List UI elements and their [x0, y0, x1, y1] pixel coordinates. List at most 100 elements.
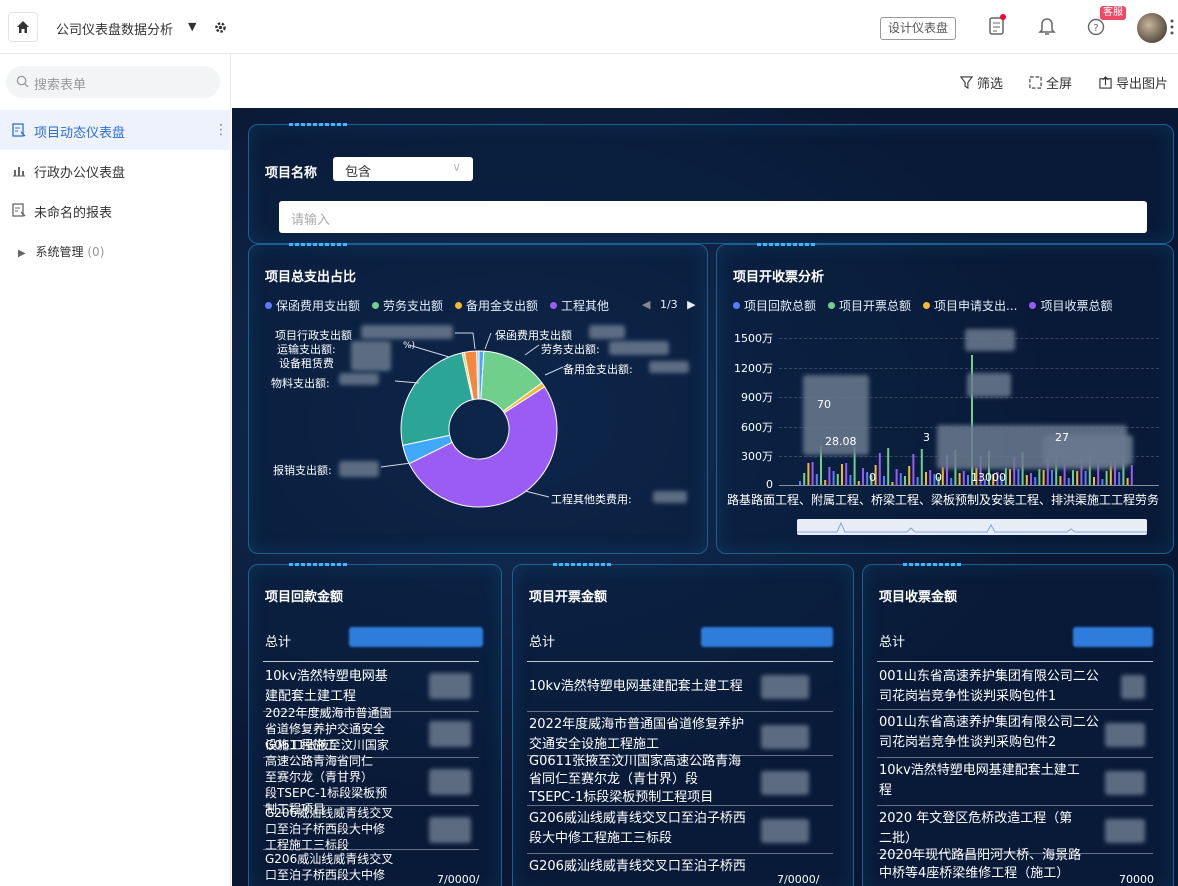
redacted-value	[761, 675, 809, 699]
bar[interactable]	[895, 469, 898, 485]
row-divider	[263, 661, 479, 662]
bell-icon[interactable]	[1038, 16, 1056, 36]
search-input[interactable]: 搜索表单	[6, 66, 220, 98]
bar[interactable]	[958, 473, 961, 485]
design-dashboard-button[interactable]: 设计仪表盘	[880, 17, 956, 40]
total-label: 总计	[879, 635, 906, 650]
group-count: (0)	[87, 245, 105, 259]
filter-button[interactable]: 筛选	[960, 73, 1003, 92]
bar[interactable]	[925, 472, 927, 485]
bar[interactable]	[1076, 471, 1079, 485]
bar[interactable]	[950, 478, 953, 485]
sidebar-item-project-dashboard[interactable]: 项目动态仪表盘 ⋮	[0, 110, 231, 150]
legend-item[interactable]: 项目开票总额	[828, 297, 911, 314]
bar[interactable]	[912, 454, 915, 485]
export-image-button[interactable]: 导出图片	[1099, 73, 1168, 92]
bar[interactable]	[815, 474, 818, 485]
bar[interactable]	[1025, 475, 1028, 485]
sidebar-group-system[interactable]: ▶ 系统管理 (0)	[18, 243, 104, 260]
bar[interactable]	[908, 466, 911, 485]
fullscreen-button[interactable]: 全屏	[1029, 73, 1072, 92]
legend-item[interactable]: 项目收票总额	[1029, 297, 1113, 314]
bar[interactable]	[962, 471, 965, 485]
bar[interactable]	[857, 481, 860, 485]
bar[interactable]	[1030, 473, 1032, 485]
operator-select[interactable]: 包含 ∨	[333, 157, 473, 181]
app-title[interactable]: 公司仪表盘数据分析	[56, 19, 173, 38]
bar[interactable]	[1017, 469, 1020, 485]
total-label: 总计	[265, 635, 292, 650]
bar[interactable]	[887, 448, 890, 485]
bar[interactable]	[916, 477, 919, 485]
legend-item[interactable]: 项目回款总额	[733, 297, 816, 314]
avatar[interactable]	[1137, 13, 1167, 43]
bar[interactable]	[1067, 478, 1070, 485]
list-item[interactable]: G206威汕线威青线交叉口至泊子桥西	[529, 857, 769, 877]
bar[interactable]	[828, 467, 831, 485]
bar[interactable]	[807, 463, 810, 485]
total-value-bar	[349, 627, 483, 647]
bar[interactable]	[832, 471, 835, 485]
list-item[interactable]: G206威汕线威青线交叉口至泊子桥西 段大中修工程施工三标段	[529, 809, 769, 849]
sidebar-item-label: 项目动态仪表盘	[34, 126, 126, 141]
invoice-bar-panel: 项目开收票分析 项目回款总额 项目开票总额 项目申请支出... 项目收票总额 1…	[716, 243, 1174, 554]
list-item[interactable]: 2020 年文登区危桥改造工程（第 二批）	[879, 809, 1119, 849]
bar[interactable]	[878, 453, 881, 485]
bar[interactable]	[1042, 470, 1045, 485]
bar[interactable]	[1105, 471, 1108, 485]
legend-item[interactable]: 项目申请支出...	[923, 297, 1017, 314]
bar[interactable]	[1051, 470, 1053, 485]
bar[interactable]	[811, 462, 814, 485]
list-item[interactable]: 10kv浩然特塑电网基建配套土建工程	[529, 677, 769, 697]
item-more-icon[interactable]: ⋮	[214, 122, 228, 138]
bar[interactable]	[1118, 472, 1121, 485]
sidebar-item-admin-dashboard[interactable]: 行政办公仪表盘	[0, 150, 231, 190]
sidebar-item-unnamed-report[interactable]: 未命名的报表	[0, 190, 231, 230]
support-badge[interactable]: 客服	[1100, 6, 1126, 20]
list-item[interactable]: 001山东省高速养护集团有限公司二公 司花岗岩竞争性谈判采购包件1	[879, 667, 1119, 707]
bar[interactable]	[1126, 478, 1129, 485]
bar[interactable]	[1101, 479, 1104, 485]
list-item[interactable]: G0611张掖至汶川国家高速公路青海 省同仁至赛尔龙（青甘界）段 TSEPC-1…	[529, 753, 769, 807]
title-dropdown-icon[interactable]: ▼	[188, 20, 196, 33]
bar[interactable]	[849, 475, 852, 485]
gear-icon[interactable]	[214, 21, 227, 34]
list-item[interactable]: G206威汕线威青线交叉 口至泊子桥西段大中修 工程施工三标段	[265, 805, 425, 853]
bar[interactable]	[1072, 470, 1074, 485]
more-vertical-icon[interactable]	[1170, 18, 1174, 36]
list-item[interactable]: 10kv浩然特塑电网基建配套土建工 程	[879, 761, 1119, 801]
bar[interactable]	[920, 449, 923, 485]
bar[interactable]	[836, 474, 839, 485]
bar[interactable]	[803, 473, 806, 485]
project-name-input[interactable]: 请输入	[279, 201, 1147, 233]
bar[interactable]	[1009, 469, 1011, 485]
bar[interactable]	[845, 463, 848, 485]
help-icon[interactable]: ?	[1087, 18, 1105, 36]
bar[interactable]	[862, 468, 864, 485]
bar[interactable]	[799, 481, 801, 485]
bar[interactable]	[841, 464, 843, 485]
bar[interactable]	[967, 475, 969, 485]
bar[interactable]	[1084, 471, 1087, 485]
redacted-value	[1105, 771, 1145, 795]
data-zoom-slider[interactable]	[797, 519, 1147, 535]
bar[interactable]	[891, 482, 894, 485]
bar[interactable]	[941, 467, 944, 485]
list-item[interactable]: 2022年度威海市普通国省道修复养护 交通安全设施工程施工	[529, 715, 769, 755]
home-button[interactable]	[8, 12, 38, 42]
bar[interactable]	[1093, 477, 1095, 485]
list-item[interactable]: 10kv浩然特塑电网基 建配套土建工程	[265, 667, 425, 707]
bar[interactable]	[1130, 465, 1133, 485]
bar[interactable]	[929, 470, 932, 485]
list-item[interactable]: G206威汕线威青线交叉 口至泊子桥西段大中修	[265, 851, 425, 883]
bar[interactable]	[1059, 476, 1062, 485]
bar[interactable]	[883, 476, 885, 485]
bar[interactable]	[899, 473, 902, 485]
list-item[interactable]: 001山东省高速养护集团有限公司二公 司花岗岩竞争性谈判采购包件2	[879, 713, 1119, 753]
bar[interactable]	[1034, 477, 1037, 485]
search-placeholder: 搜索表单	[34, 78, 87, 93]
bar[interactable]	[824, 480, 827, 485]
bar[interactable]	[866, 472, 869, 485]
bar[interactable]	[904, 476, 906, 485]
bar[interactable]	[1038, 469, 1041, 485]
